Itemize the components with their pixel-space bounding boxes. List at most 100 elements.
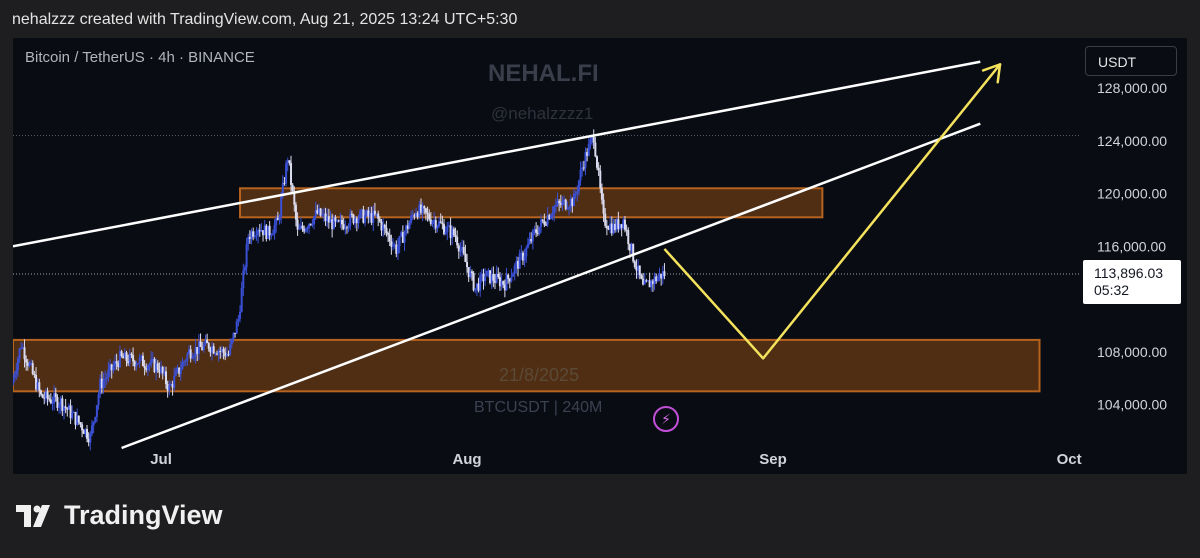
candle-body <box>294 204 297 220</box>
tradingview-logo[interactable]: TradingView <box>16 500 223 531</box>
candle-body <box>71 412 74 419</box>
candle-body <box>587 144 590 156</box>
candle-body <box>291 184 294 192</box>
candle-body <box>441 222 444 225</box>
candle-body <box>86 429 89 439</box>
candle-body <box>130 353 133 356</box>
candle-body <box>179 369 182 374</box>
watermark-title: NEHAL.FI <box>488 60 599 87</box>
watermark-handle: @nehalzzzz1 <box>491 104 594 123</box>
bar-countdown: 05:32 <box>1094 282 1130 298</box>
candle-body <box>572 193 575 207</box>
candle-body <box>95 405 98 418</box>
candle-body <box>77 415 80 423</box>
candle-body <box>523 256 526 261</box>
candle-body <box>141 355 144 367</box>
candle-body <box>561 201 564 206</box>
candle-body <box>301 225 304 229</box>
symbol-description: Bitcoin / TetherUS · 4h · BINANCE <box>25 49 255 66</box>
candle-body <box>525 247 528 257</box>
candle-body <box>623 219 626 230</box>
candle-body <box>568 207 571 209</box>
candle-body <box>243 267 246 271</box>
candle-body <box>49 399 52 404</box>
candle-body <box>577 180 580 192</box>
currency-button[interactable]: USDT <box>1085 46 1177 76</box>
candle-body <box>602 199 605 214</box>
candle-body <box>485 270 488 277</box>
candle-body <box>640 275 643 279</box>
candle-body <box>206 339 209 344</box>
candle-body <box>94 417 97 422</box>
y-tick-label: 128,000.00 <box>1097 80 1167 96</box>
candle-body <box>92 421 95 426</box>
candle-body <box>464 253 467 262</box>
candle-body <box>543 220 546 225</box>
candle-body <box>466 261 469 268</box>
x-tick-label: Aug <box>452 451 481 468</box>
candle-body <box>387 233 390 235</box>
candle-body <box>605 225 608 229</box>
candle-body <box>426 212 429 214</box>
candle-body <box>311 224 314 226</box>
candle-body <box>444 232 447 235</box>
candle-body <box>192 356 195 358</box>
candle-body <box>595 156 598 168</box>
flash-icon[interactable]: ⚡ <box>653 406 679 432</box>
candle-body <box>424 208 427 213</box>
candle-body <box>112 366 115 371</box>
trendline-0 <box>13 60 981 248</box>
candle-body <box>341 219 344 225</box>
candle-body <box>13 374 16 379</box>
candle-body <box>526 243 529 248</box>
candle-body <box>174 371 177 376</box>
candle-body <box>125 352 128 361</box>
chart-panel[interactable]: 104,000.00 108,000.00 116,000.00 120,000.00… <box>13 38 1187 474</box>
candle-body <box>423 206 426 209</box>
candle-body <box>531 230 534 242</box>
candle-body <box>13 378 14 385</box>
candle-body <box>656 277 659 282</box>
candle-body <box>89 433 92 443</box>
candle-body <box>452 228 455 236</box>
candle-body <box>51 402 54 404</box>
candle-body <box>589 139 592 145</box>
candle-body <box>137 363 140 365</box>
candle-body <box>15 370 18 375</box>
candle-body <box>46 391 49 399</box>
chart-header: nehalzzz created with TradingView.com, A… <box>12 11 518 28</box>
candle-body <box>579 169 582 181</box>
candle-body <box>148 364 151 366</box>
candle-body <box>594 142 597 157</box>
candle-body <box>296 219 299 230</box>
candle-body <box>270 235 273 237</box>
x-tick-label: Sep <box>759 451 787 468</box>
candle-body <box>298 228 301 230</box>
candle-body <box>396 246 399 254</box>
candle-body <box>599 170 602 189</box>
candle-body <box>574 193 577 195</box>
candle-body <box>454 235 457 237</box>
candle-body <box>604 213 607 226</box>
candle-body <box>23 347 26 360</box>
candle-body <box>150 359 153 365</box>
candle-body <box>25 359 28 363</box>
candle-body <box>202 344 205 351</box>
candle-body <box>632 243 635 262</box>
candle-body <box>388 234 391 242</box>
candle-body <box>492 274 495 281</box>
y-tick-label: 124,000.00 <box>1097 133 1167 149</box>
candle-body <box>181 362 184 370</box>
candle-body <box>102 380 105 389</box>
candle-body <box>132 355 135 362</box>
candle-body <box>138 357 141 364</box>
candle-body <box>64 406 67 409</box>
candle-body <box>538 226 541 235</box>
candle-body <box>484 276 487 282</box>
candle-body <box>164 371 167 385</box>
candle-body <box>16 358 19 371</box>
candle-body <box>304 228 307 232</box>
candle-body <box>288 160 291 163</box>
candle-body <box>199 341 202 347</box>
candle-body <box>189 349 192 359</box>
